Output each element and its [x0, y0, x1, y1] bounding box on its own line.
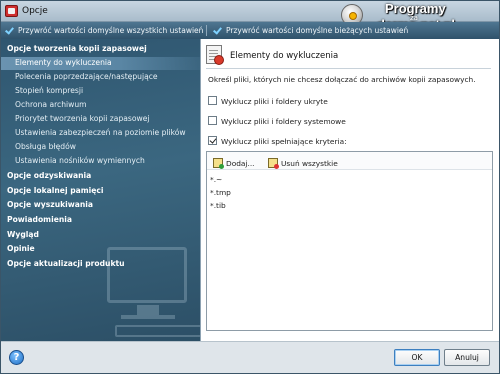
add-filter-button[interactable]: Dodaj... — [213, 156, 255, 169]
sidebar-item-feedback[interactable]: Opinie — [1, 243, 200, 256]
remove-all-button[interactable]: Usuń wszystkie — [268, 156, 338, 169]
exclude-criteria-label: Wyklucz pliki spełniające kryteria: — [221, 137, 347, 146]
checkbox-box[interactable] — [208, 116, 217, 125]
check-icon — [214, 26, 223, 34]
add-filter-icon — [213, 158, 224, 169]
footer-bar: ? OK Anuluj — [1, 341, 499, 373]
page-description: Określ pliki, których nie chcesz dołącza… — [208, 75, 476, 84]
cancel-button[interactable]: Anuluj — [444, 349, 490, 366]
title-bar[interactable]: Opcje Programy za darmo.net.pl — [1, 1, 499, 32]
exclude-system-label: Wyklucz pliki i foldery systemowe — [221, 117, 346, 126]
list-item[interactable]: *.tmp — [210, 188, 231, 197]
exclude-hidden-label: Wyklucz pliki i foldery ukryte — [221, 97, 328, 106]
sidebar-item-search-options[interactable]: Opcje wyszukiwania — [1, 199, 200, 212]
exclude-hidden-checkbox[interactable]: Wyklucz pliki i foldery ukryte — [208, 95, 328, 106]
sidebar-item-removable-media[interactable]: Ustawienia nośników wymiennych — [1, 155, 200, 168]
sidebar-item-pre-post-commands[interactable]: Polecenia poprzedzające/następujące — [1, 71, 200, 84]
exclude-system-checkbox[interactable]: Wyklucz pliki i foldery systemowe — [208, 115, 346, 126]
window-title: Opcje — [22, 6, 48, 16]
filter-list[interactable]: Dodaj... Usuń wszystkie *.~ *.tmp *.tib — [206, 151, 493, 331]
restore-current-defaults-button[interactable]: Przywróć wartości domyślne bieżących ust… — [214, 25, 408, 35]
sidebar-item-notifications[interactable]: Powiadomienia — [1, 214, 200, 227]
header-divider — [206, 68, 491, 69]
list-item[interactable]: *.~ — [210, 175, 222, 184]
check-icon — [6, 26, 15, 34]
remove-all-icon — [268, 158, 279, 169]
sidebar-item-recovery-options[interactable]: Opcje odzyskiwania — [1, 170, 200, 183]
help-icon[interactable]: ? — [9, 350, 24, 365]
toolbar: Przywróć wartości domyślne wszystkich us… — [1, 22, 499, 39]
sidebar-item-product-updates[interactable]: Opcje aktualizacji produktu — [1, 258, 200, 271]
page-title: Elementy do wykluczenia — [230, 51, 339, 61]
sidebar-item-file-security[interactable]: Ustawienia zabezpieczeń na poziomie plik… — [1, 127, 200, 140]
content-panel: Elementy do wykluczenia Określ pliki, kt… — [200, 39, 499, 341]
ok-button[interactable]: OK — [394, 349, 440, 366]
restore-all-defaults-button[interactable]: Przywróć wartości domyślne wszystkich us… — [6, 25, 203, 35]
sidebar-item-local-storage[interactable]: Opcje lokalnej pamięci — [1, 185, 200, 198]
checkbox-box-checked[interactable] — [208, 136, 217, 145]
restore-current-label: Przywróć wartości domyślne bieżących ust… — [226, 26, 409, 35]
toolbar-divider — [206, 25, 207, 36]
sidebar-item-backup-options[interactable]: Opcje tworzenia kopii zapasowej — [1, 43, 200, 56]
filter-toolbar: Dodaj... Usuń wszystkie — [207, 152, 492, 170]
sidebar: Opcje tworzenia kopii zapasowej Elementy… — [1, 39, 200, 341]
sidebar-item-error-handling[interactable]: Obsługa błędów — [1, 141, 200, 154]
exclusion-document-icon — [206, 45, 224, 65]
exclude-criteria-checkbox[interactable]: Wyklucz pliki spełniające kryteria: — [208, 135, 347, 146]
app-icon — [5, 5, 18, 17]
sidebar-item-appearance[interactable]: Wygląd — [1, 229, 200, 242]
sidebar-item-compression[interactable]: Stopień kompresji — [1, 85, 200, 98]
list-item[interactable]: *.tib — [210, 201, 226, 210]
add-filter-label: Dodaj... — [226, 159, 255, 168]
options-window: Opcje Programy za darmo.net.pl Przywróć … — [0, 0, 500, 374]
restore-all-label: Przywróć wartości domyślne wszystkich us… — [18, 26, 204, 35]
sidebar-item-exclusions[interactable]: Elementy do wykluczenia — [1, 57, 200, 70]
sidebar-item-backup-priority[interactable]: Priorytet tworzenia kopii zapasowej — [1, 113, 200, 126]
sidebar-item-archive-protection[interactable]: Ochrona archiwum — [1, 99, 200, 112]
remove-all-label: Usuń wszystkie — [281, 159, 338, 168]
checkbox-box[interactable] — [208, 96, 217, 105]
